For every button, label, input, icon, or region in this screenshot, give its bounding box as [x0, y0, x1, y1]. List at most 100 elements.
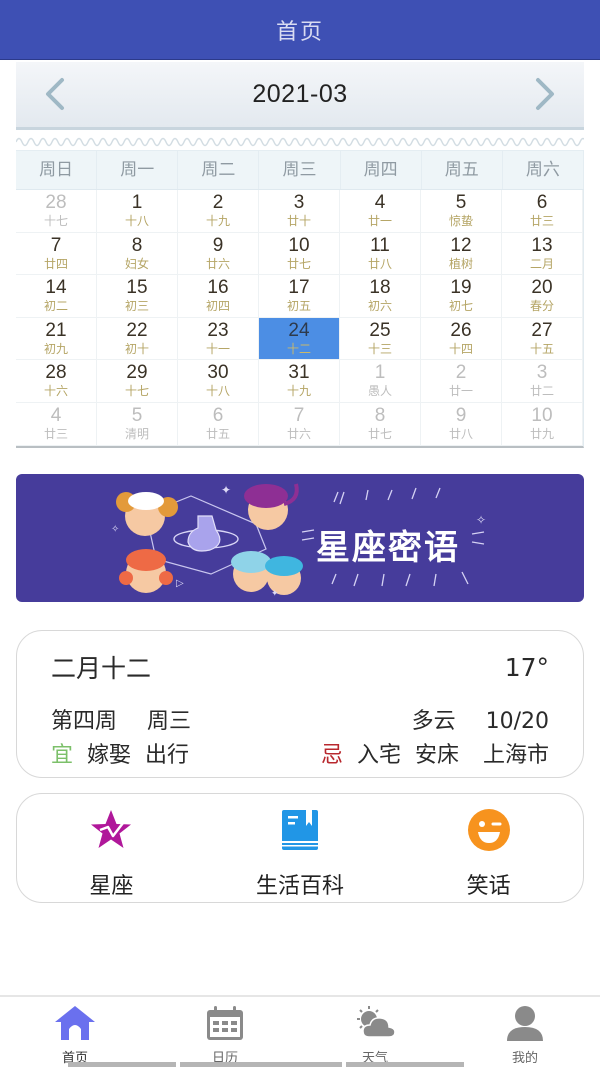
calendar-day[interactable]: 28 十六: [16, 360, 97, 403]
calendar-day[interactable]: 5 清明: [97, 402, 178, 446]
calendar-day[interactable]: 4 廿三: [16, 402, 97, 446]
lunar-day: 愚人: [367, 384, 392, 399]
ji-label: 忌: [320, 743, 343, 768]
day-number: 13: [531, 234, 553, 256]
calendar-day[interactable]: 1 愚人: [340, 360, 421, 403]
book-icon: [281, 810, 318, 850]
calendar-day[interactable]: 8 廿七: [340, 402, 421, 446]
calendar-day[interactable]: 31 十九: [259, 360, 340, 403]
calendar-day[interactable]: 15 初三: [97, 275, 178, 318]
lunar-day: 廿六: [286, 426, 311, 441]
weather-condition: 多云: [411, 709, 456, 734]
day-number: 16: [207, 277, 229, 299]
weather-icon: [357, 1006, 396, 1038]
calendar-day-selected[interactable]: 24 十二: [259, 317, 340, 361]
calendar-day[interactable]: 7 廿六: [259, 402, 340, 446]
day-number: 22: [126, 319, 148, 341]
calendar-day[interactable]: 2 廿一: [421, 360, 502, 403]
calendar-day[interactable]: 10 廿七: [259, 232, 340, 276]
tab-home[interactable]: 首页: [0, 997, 150, 1067]
svg-text:✦: ✦: [221, 483, 231, 497]
day-number: 5: [455, 192, 467, 213]
weekday-label: 周一: [97, 151, 179, 189]
info-row-almanac: 宜 嫁娶 出行 忌 入宅 安床 上海市: [51, 737, 549, 769]
calendar-day[interactable]: 2 十九: [178, 190, 259, 233]
calendar-day[interactable]: 29 十七: [97, 360, 178, 403]
day-number: 31: [288, 362, 310, 384]
calendar-day[interactable]: 10 廿九: [502, 402, 583, 446]
calendar-day[interactable]: 19 初七: [421, 275, 502, 318]
calendar-day[interactable]: 21 初九: [16, 317, 97, 361]
calendar-day[interactable]: 3 廿十: [259, 190, 340, 233]
day-number: 28: [45, 362, 67, 384]
calendar-day[interactable]: 8 妇女: [97, 232, 178, 276]
svg-text:✦: ✦: [271, 589, 279, 599]
calendar-day[interactable]: 11 廿八: [340, 232, 421, 276]
day-number: 10: [531, 404, 553, 426]
calendar-day[interactable]: 9 廿八: [421, 402, 502, 446]
tab-weather[interactable]: 天气: [300, 997, 450, 1067]
wink-face-icon: [467, 809, 510, 851]
day-number: 14: [45, 277, 67, 299]
calendar-day[interactable]: 9 廿六: [178, 232, 259, 276]
lunar-day: 初九: [43, 341, 68, 356]
horoscope-banner[interactable]: ✦ ✧ ▷ ✦ ✧ 星座密语: [16, 474, 584, 602]
lunar-day: 春分: [529, 299, 554, 314]
lunar-day: 廿七: [367, 426, 392, 441]
calendar-day[interactable]: 18 初六: [340, 275, 421, 318]
calendar-day[interactable]: 16 初四: [178, 275, 259, 318]
lunar-day: 二月: [529, 256, 554, 271]
calendar-day[interactable]: 5 惊蛰: [421, 190, 502, 233]
lunar-day: 十三: [367, 341, 392, 356]
calendar-day[interactable]: 23 十一: [178, 317, 259, 361]
lunar-day: 十七: [43, 214, 68, 228]
calendar-day[interactable]: 27 十五: [502, 317, 583, 361]
day-number: 19: [450, 277, 472, 299]
calendar-day[interactable]: 7 廿四: [16, 232, 97, 276]
tab-profile[interactable]: 我的: [450, 997, 600, 1067]
day-number: 18: [369, 277, 391, 299]
calendar-day[interactable]: 25 十三: [340, 317, 421, 361]
day-number: 6: [536, 192, 548, 213]
calendar-day[interactable]: 12 植树: [421, 232, 502, 276]
calendar-icon: [207, 1006, 243, 1040]
calendar-day[interactable]: 6 廿五: [178, 402, 259, 446]
lunar-day: 廿三: [529, 214, 554, 228]
calendar-day[interactable]: 20 春分: [502, 275, 583, 318]
calendar-day[interactable]: 30 十八: [178, 360, 259, 403]
next-month-button[interactable]: [530, 76, 560, 112]
day-number: 9: [455, 404, 467, 426]
feature-life-encyclopedia[interactable]: 生活百科: [215, 794, 385, 902]
temperature-range: 10/20: [485, 709, 549, 734]
calendar-day[interactable]: 17 初五: [259, 275, 340, 318]
week-number: 第四周: [51, 709, 118, 734]
feature-jokes[interactable]: 笑话: [404, 794, 574, 902]
calendar-day[interactable]: 22 初十: [97, 317, 178, 361]
gemini-faces: [231, 551, 303, 595]
calendar-day[interactable]: 6 廿三: [502, 190, 583, 233]
calendar-day[interactable]: 14 初二: [16, 275, 97, 318]
calendar-day[interactable]: 13 二月: [502, 232, 583, 276]
feature-horoscope[interactable]: 星座: [26, 794, 196, 902]
lunar-day: 廿六: [205, 256, 230, 271]
yi-items: 嫁娶 出行: [87, 743, 190, 768]
day-number: 25: [369, 319, 391, 341]
info-row-week: 第四周 周三 多云 10/20: [51, 703, 549, 735]
wave-divider: [15, 130, 593, 150]
lunar-day: 十一: [205, 341, 230, 356]
lunar-day: 十八: [124, 214, 149, 228]
calendar-day[interactable]: 3 廿二: [502, 360, 583, 403]
tab-calendar[interactable]: 日历: [150, 997, 300, 1067]
yi-label: 宜: [51, 743, 74, 768]
day-number: 9: [212, 234, 224, 256]
prev-month-button[interactable]: [40, 76, 70, 112]
calendar-day[interactable]: 4 廿一: [340, 190, 421, 233]
day-number: 5: [131, 404, 143, 426]
calendar-day-grid: 28 十七 1 十八 2 十九 3 廿十 4 廿一 5 惊蛰 6 廿三 7 廿四 8 妇女 9 廿六 10 廿七 11 廿八 1…: [16, 190, 584, 448]
calendar-day[interactable]: 26 十四: [421, 317, 502, 361]
weekday-label: 周六: [503, 151, 584, 189]
calendar-day[interactable]: 1 十八: [97, 190, 178, 233]
calendar-day[interactable]: 28 十七: [16, 190, 97, 233]
lunar-day: 初六: [367, 299, 392, 314]
day-number: 24: [288, 319, 310, 341]
